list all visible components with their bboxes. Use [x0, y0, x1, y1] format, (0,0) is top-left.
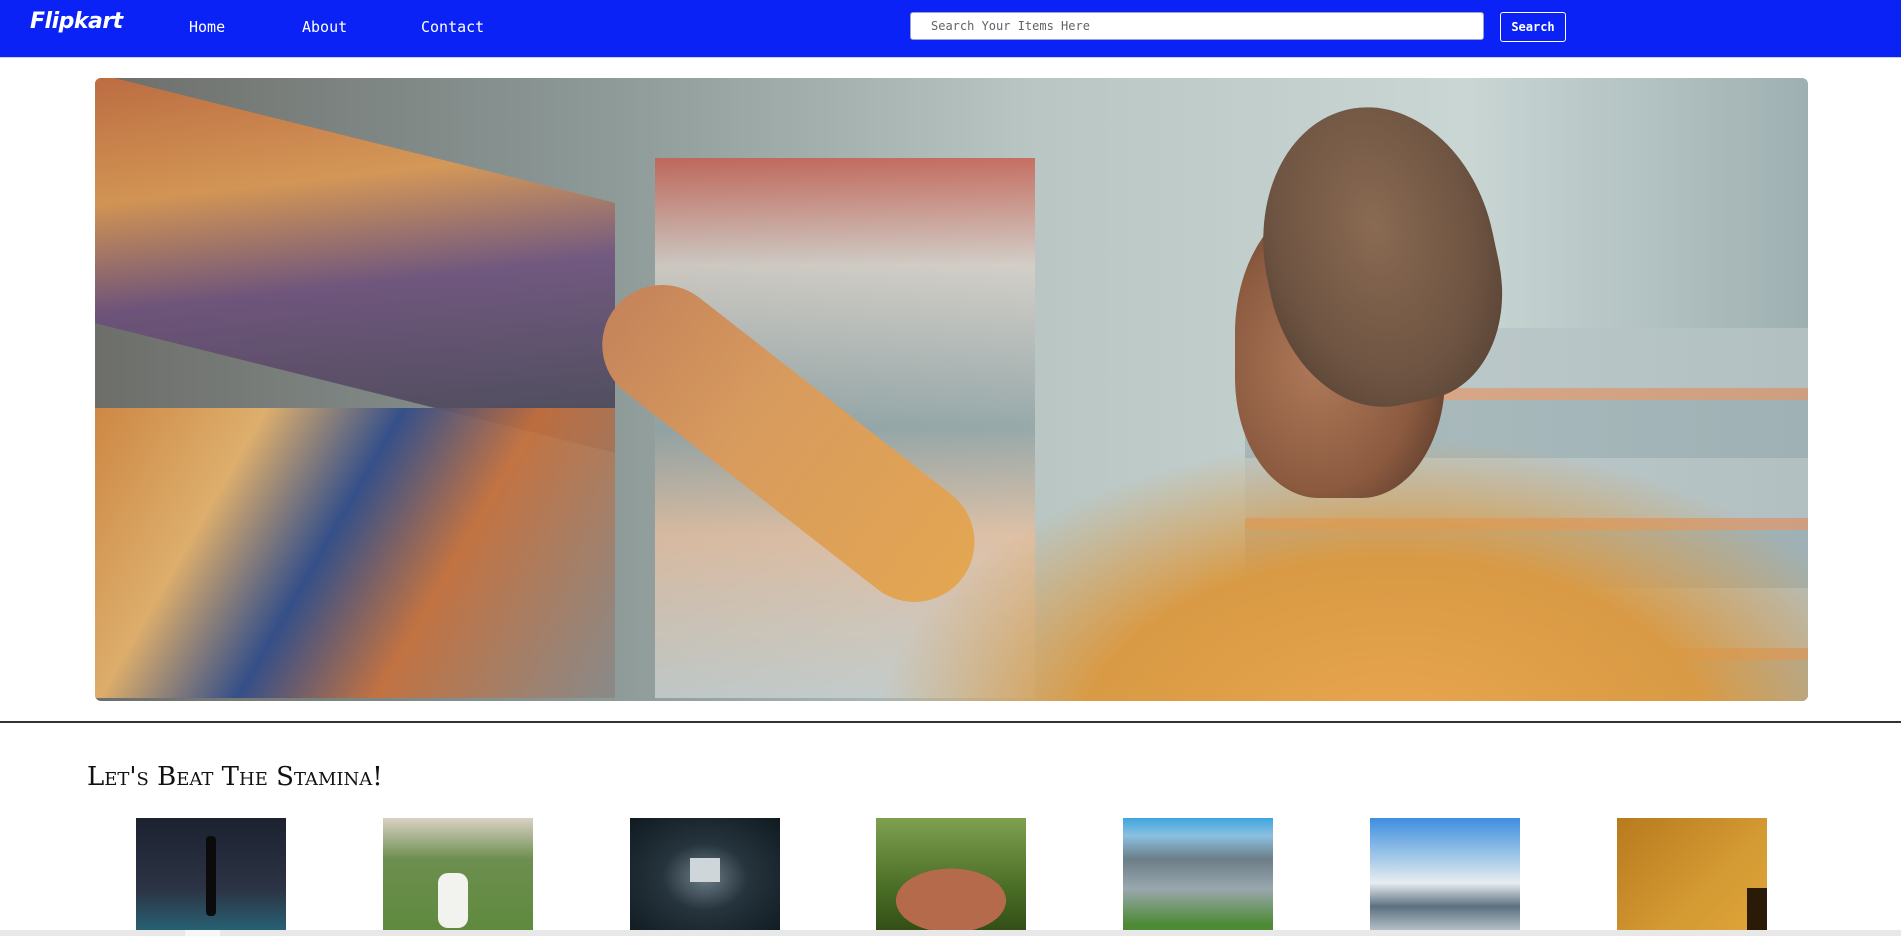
thumbnail-tunnel[interactable] — [630, 818, 780, 936]
thumbnail-basketball[interactable] — [1617, 818, 1767, 936]
thumb-figure — [438, 873, 468, 928]
thumbnail-badminton[interactable] — [136, 818, 286, 936]
search-button[interactable]: Search — [1500, 12, 1566, 42]
hero-shelf-top-left — [95, 78, 615, 453]
thumb-figure — [1747, 888, 1767, 936]
hero-image — [95, 78, 1808, 701]
search-input[interactable] — [910, 12, 1484, 40]
navbar: Flipkart Home About Contact Search — [0, 0, 1901, 58]
thumbnail-cricket[interactable] — [383, 818, 533, 936]
thumb-figure — [690, 858, 720, 882]
brand-logo[interactable]: Flipkart — [30, 9, 123, 34]
hero-shelf-bottom-left — [95, 408, 615, 698]
thumb-figure — [206, 836, 216, 916]
thumbnail-mountains[interactable] — [1370, 818, 1520, 936]
taskbar — [0, 930, 1901, 936]
nav-link-home[interactable]: Home — [189, 18, 225, 36]
taskbar-item[interactable] — [185, 930, 220, 936]
nav-link-contact[interactable]: Contact — [421, 18, 484, 36]
thumbnail-baseball-stadium[interactable] — [1123, 818, 1273, 936]
section-title: Let's Beat The Stamina! — [87, 762, 383, 792]
nav-link-about[interactable]: About — [302, 18, 347, 36]
thumbnail-rugby-ball[interactable] — [876, 818, 1026, 936]
section-divider — [0, 721, 1901, 723]
